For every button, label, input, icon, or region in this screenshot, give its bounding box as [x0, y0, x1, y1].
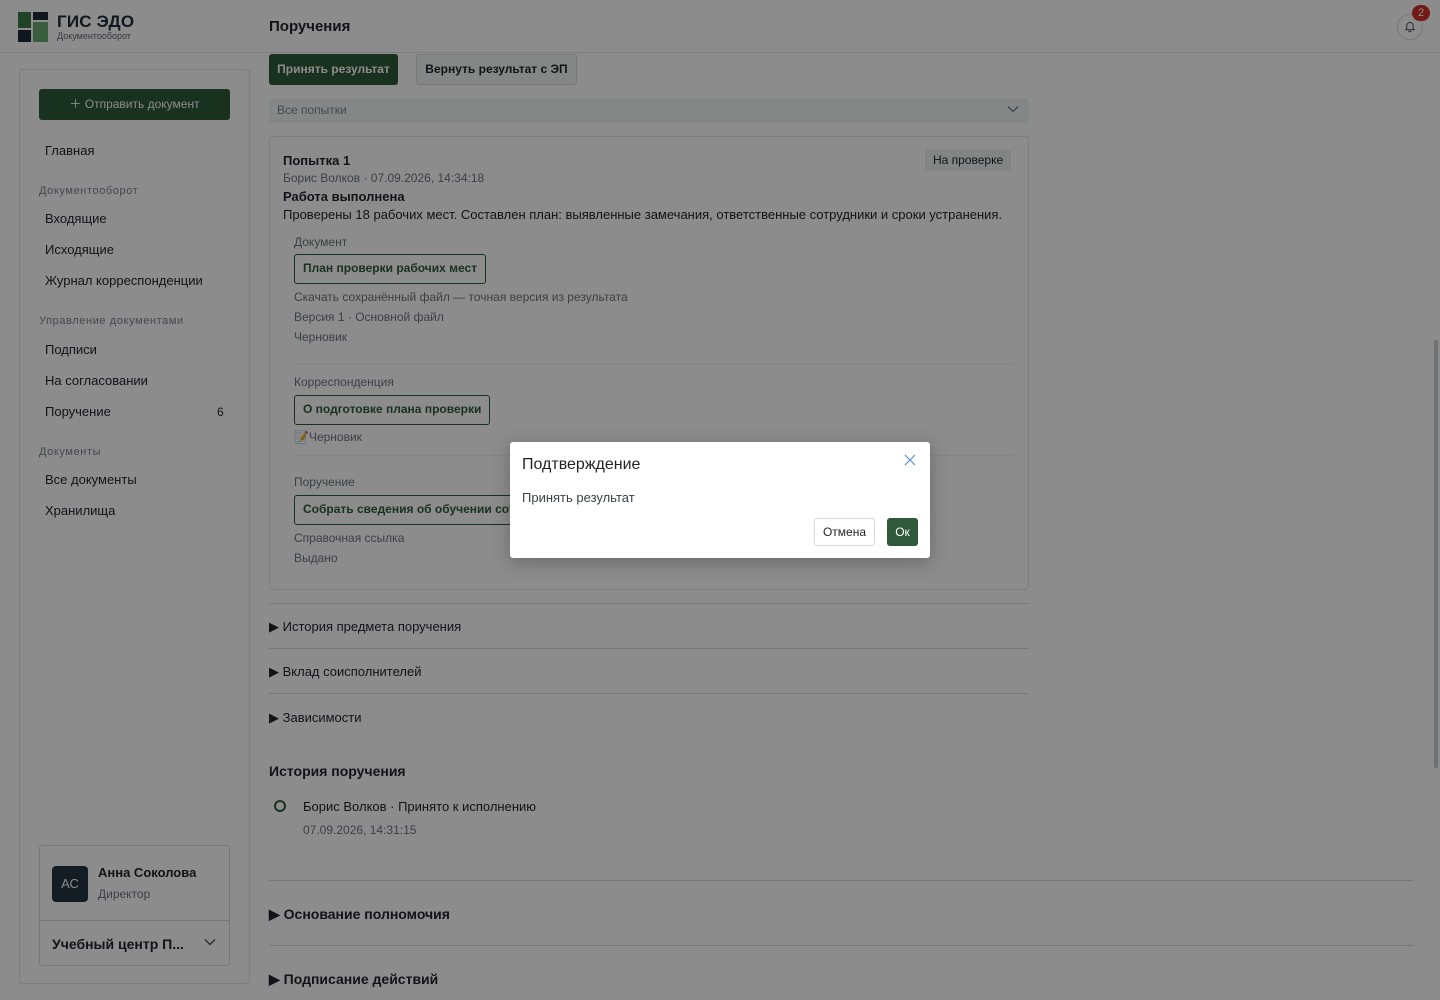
ok-button[interactable]: Ок: [887, 518, 918, 546]
cancel-button[interactable]: Отмена: [814, 518, 875, 546]
close-icon[interactable]: [903, 453, 917, 467]
dialog-title: Подтверждение: [522, 456, 641, 473]
dialog-message: Принять результат: [522, 490, 635, 505]
confirmation-dialog: Подтверждение Принять результат Отмена О…: [510, 442, 930, 558]
